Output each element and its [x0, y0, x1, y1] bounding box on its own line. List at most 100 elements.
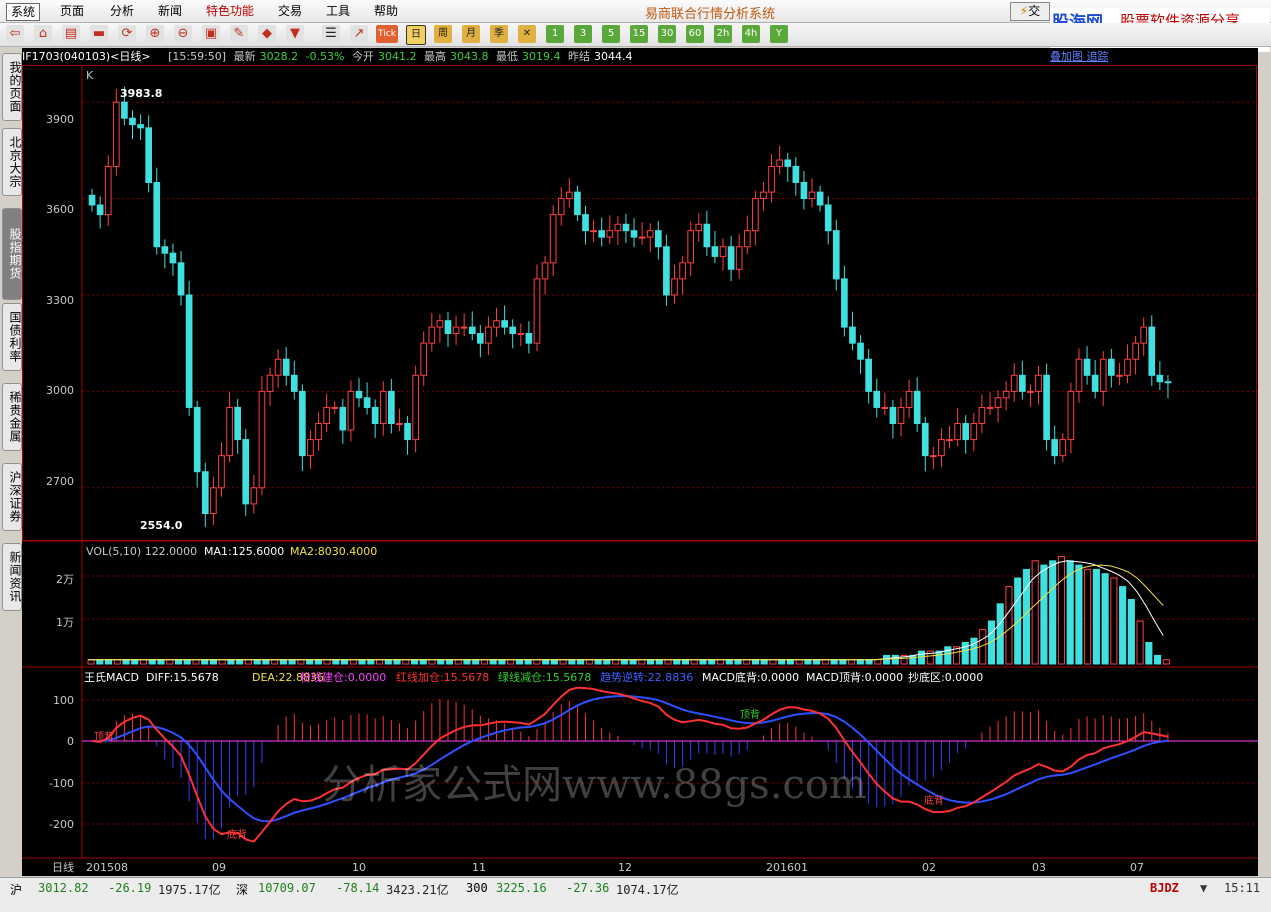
sidebar-item-stocks[interactable]: 沪深证券: [2, 463, 22, 531]
volume-bar: [1162, 659, 1170, 665]
menu-system[interactable]: 系统: [6, 3, 41, 21]
sidebar-item-news[interactable]: 新闻资讯: [2, 543, 22, 611]
15min-button[interactable]: 15: [630, 25, 648, 43]
card-icon[interactable]: ▬: [90, 25, 108, 43]
back-icon[interactable]: ⇦: [6, 25, 24, 43]
macd-blue: 趋势逆转:22.8836: [600, 670, 693, 684]
volume-bar: [533, 659, 541, 665]
volume-bar: [384, 659, 392, 665]
eraser-icon[interactable]: ◆: [258, 25, 276, 43]
menu-features[interactable]: 特色功能: [202, 3, 258, 19]
day-button[interactable]: 日: [406, 25, 426, 45]
chart-area[interactable]: IF1703(040103)<日线> [15:59:50] 最新 3028.2 -…: [22, 48, 1258, 876]
toolbar: ⇦ ⌂ ▤ ▬ ⟳ ⊕ ⊖ ▣ ✎ ◆ ▼ ☰ ↗ Tick 日 周 月 季 ✕…: [0, 23, 1271, 47]
candle-body: [1164, 381, 1172, 384]
volume-bar: [1005, 586, 1013, 665]
candle-body: [509, 326, 517, 335]
30min-button[interactable]: 30: [658, 25, 676, 43]
sidebar-item-beijing[interactable]: 北京大宗: [2, 128, 22, 196]
volume-bar: [288, 659, 296, 665]
volume-bar: [769, 659, 777, 665]
main-panel-border: [22, 65, 1257, 541]
sidebar-item-bonds[interactable]: 国债利率: [2, 303, 22, 371]
candle-body: [347, 390, 355, 431]
volume-bar: [244, 659, 252, 665]
candle-body: [938, 439, 945, 457]
candle-body: [533, 278, 541, 344]
candle-body: [1043, 374, 1050, 441]
sidebar-item-metals[interactable]: 稀贵金属: [2, 383, 22, 451]
candle-body: [565, 191, 573, 200]
list-icon[interactable]: ☰: [322, 25, 340, 43]
vol-ma1: MA1:125.6000: [204, 545, 284, 558]
volume-bar: [139, 659, 148, 665]
volume-bar: [166, 659, 174, 665]
refresh-icon[interactable]: ⟳: [118, 25, 136, 43]
sidebar-item-futures[interactable]: 股指期货: [2, 208, 22, 300]
2h-button[interactable]: 2h: [714, 25, 732, 43]
volume-bar: [839, 659, 847, 665]
candle-body: [1083, 358, 1091, 376]
trade-button[interactable]: ⚡交: [1010, 2, 1050, 21]
candle-body: [193, 406, 201, 473]
candle-body: [800, 181, 808, 200]
candle-body: [177, 262, 185, 296]
candle-body: [1035, 374, 1042, 392]
volume-bar: [743, 659, 751, 665]
pen-icon[interactable]: ✎: [230, 25, 248, 43]
macd-tag: 底背: [924, 794, 944, 807]
trade-button-label: 交: [1028, 4, 1041, 18]
month-button[interactable]: 月: [462, 25, 480, 43]
sidebar-item-my-page[interactable]: 我的页面: [2, 53, 22, 121]
macd-bottom-div: MACD底背:0.0000: [702, 670, 799, 684]
volume-bar: [1110, 577, 1118, 665]
candle-body: [1132, 342, 1139, 360]
volume-bar: [1092, 568, 1100, 665]
3min-button[interactable]: 3: [574, 25, 592, 43]
cross-icon[interactable]: ✕: [518, 25, 536, 43]
1min-button[interactable]: 1: [546, 25, 564, 43]
candle-body: [930, 455, 937, 458]
menu-analysis[interactable]: 分析: [106, 3, 138, 19]
window-icon[interactable]: ▣: [202, 25, 220, 43]
x-tick-label: 09: [212, 861, 226, 874]
candle-body: [816, 191, 824, 206]
candle-body: [420, 342, 428, 376]
menu-trade[interactable]: 交易: [274, 3, 306, 19]
week-button[interactable]: 周: [434, 25, 452, 43]
chart-icon[interactable]: ↗: [350, 25, 368, 43]
candle-body: [1059, 439, 1067, 457]
app-title: 易商联合行情分析系统: [644, 7, 775, 22]
season-button[interactable]: 季: [490, 25, 508, 43]
tick-button[interactable]: Tick: [376, 25, 398, 43]
volume-bar: [367, 659, 375, 665]
x-tick-label: 201508: [86, 861, 128, 874]
menu-page[interactable]: 页面: [56, 3, 88, 19]
60min-button[interactable]: 60: [686, 25, 704, 43]
menu-tools[interactable]: 工具: [322, 3, 354, 19]
candle-body: [468, 326, 476, 335]
menu-help[interactable]: 帮助: [370, 3, 402, 19]
candle-body: [266, 374, 274, 392]
candle-body: [1099, 358, 1107, 392]
candle-body: [711, 246, 719, 257]
home-icon[interactable]: ⌂: [34, 25, 52, 43]
y-icon[interactable]: Y: [770, 25, 788, 43]
volume-bar: [690, 659, 698, 665]
candle-body: [638, 236, 646, 239]
zoom-in-icon[interactable]: ⊕: [146, 25, 164, 43]
volume-bar: [402, 659, 410, 665]
chart-svg: 3900 3600 3300 3000 2700 K 3983.8 2554.0…: [22, 65, 1258, 874]
candle-body: [282, 358, 290, 376]
volume-bar: [183, 659, 191, 665]
zoom-out-icon[interactable]: ⊖: [174, 25, 192, 43]
volume-bar: [332, 659, 340, 665]
filter-icon[interactable]: ▼: [286, 25, 304, 43]
candle-body: [849, 326, 856, 344]
candle-body: [1148, 326, 1156, 376]
4h-button[interactable]: 4h: [742, 25, 760, 43]
menu-news[interactable]: 新闻: [154, 3, 186, 19]
index-sz-value: 10709.07: [258, 881, 316, 895]
database-icon[interactable]: ▤: [62, 25, 80, 43]
5min-button[interactable]: 5: [602, 25, 620, 43]
